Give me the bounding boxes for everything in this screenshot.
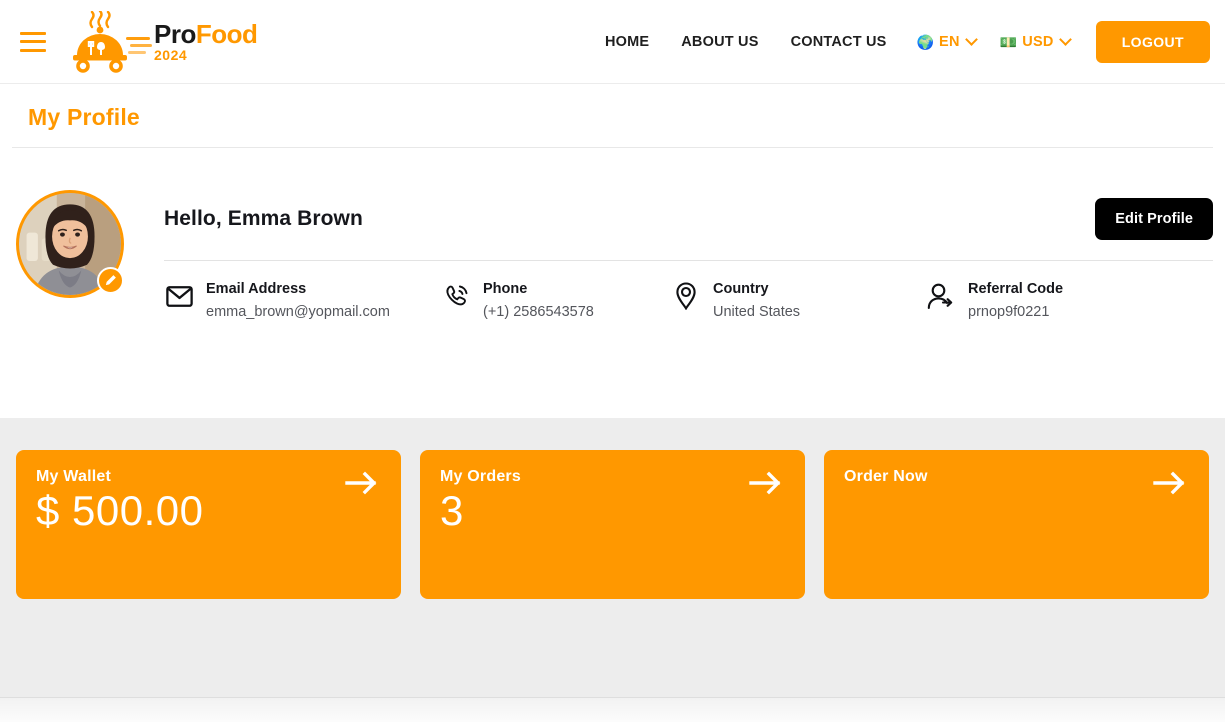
- info-label-email: Email Address: [206, 281, 307, 297]
- info-text-block: Email Address emma_brown@yopmail.com: [206, 280, 390, 322]
- page-title-bar: My Profile: [12, 84, 1213, 148]
- info-item-email: Email Address emma_brown@yopmail.com: [164, 280, 441, 322]
- site-header: ProFood 2024 HOME ABOUT US CONTACT US 🌍 …: [0, 0, 1225, 84]
- hamburger-menu-icon[interactable]: [20, 31, 46, 52]
- language-selector[interactable]: 🌍 EN: [903, 33, 986, 50]
- card-title-my-wallet: My Wallet: [36, 468, 111, 485]
- food-cloche-logo-icon: [73, 10, 152, 73]
- avatar-edit-button[interactable]: [97, 267, 124, 294]
- info-item-country: Country United States: [671, 280, 926, 322]
- info-value-phone: (+1) 2586543578: [483, 303, 594, 320]
- nav-contact-us[interactable]: CONTACT US: [775, 34, 903, 50]
- globe-icon: 🌍: [916, 33, 934, 50]
- site-logo[interactable]: ProFood 2024: [64, 10, 258, 73]
- profile-details: Hello, Emma Brown Edit Profile Email Add…: [164, 190, 1213, 322]
- card-order-now[interactable]: Order Now: [824, 450, 1209, 599]
- phone-icon: [441, 280, 471, 312]
- arrow-right-icon: [749, 471, 781, 495]
- info-label-phone: Phone: [483, 281, 528, 297]
- logo-wordmark: ProFood: [154, 19, 258, 49]
- card-title-order-now: Order Now: [844, 468, 928, 485]
- info-text-block: Phone (+1) 2586543578: [483, 280, 594, 322]
- chevron-down-icon: [1058, 33, 1072, 46]
- avatar-container: [16, 190, 124, 298]
- summary-cards: My Wallet $ 500.00 My Orders 3 Order Now: [16, 450, 1209, 599]
- logo-name-part2: Food: [195, 19, 258, 49]
- nav-home[interactable]: HOME: [597, 34, 665, 50]
- greeting-text: Hello, Emma Brown: [164, 207, 363, 230]
- profile-info-row: Email Address emma_brown@yopmail.com Pho…: [164, 280, 1213, 322]
- main-navigation: HOME ABOUT US CONTACT US 🌍 EN 💵 USD LOGO…: [597, 20, 1210, 63]
- info-text-block: Referral Code prnop9f0221: [968, 280, 1063, 322]
- nav-about-us[interactable]: ABOUT US: [665, 34, 774, 50]
- profile-divider: [164, 260, 1213, 261]
- hamburger-bar: [20, 40, 46, 43]
- edit-profile-button[interactable]: Edit Profile: [1095, 198, 1213, 240]
- logout-button[interactable]: LOGOUT: [1095, 20, 1210, 63]
- card-value-my-orders: 3: [440, 487, 464, 534]
- info-label-referral-code: Referral Code: [968, 281, 1064, 297]
- arrow-right-icon: [1153, 471, 1185, 495]
- footer-strip: [0, 697, 1225, 722]
- card-value-my-wallet: $ 500.00: [36, 487, 204, 534]
- arrow-right-icon: [345, 471, 377, 495]
- profile-header-row: Hello, Emma Brown Edit Profile: [164, 198, 1213, 240]
- info-label-country: Country: [713, 281, 769, 297]
- info-item-referral-code: Referral Code prnop9f0221: [926, 280, 1156, 322]
- banknote-icon: 💵: [999, 33, 1018, 50]
- info-value-email: emma_brown@yopmail.com: [206, 303, 390, 320]
- info-value-referral-code: prnop9f0221: [968, 303, 1050, 320]
- info-item-phone: Phone (+1) 2586543578: [441, 280, 671, 322]
- profile-section: Hello, Emma Brown Edit Profile Email Add…: [0, 148, 1225, 418]
- page-title: My Profile: [28, 104, 140, 130]
- card-my-wallet[interactable]: My Wallet $ 500.00: [16, 450, 401, 599]
- hamburger-bar: [20, 48, 46, 52]
- user-share-icon: [926, 280, 956, 312]
- envelope-icon: [164, 280, 194, 312]
- hamburger-bar: [20, 31, 46, 35]
- card-title-my-orders: My Orders: [440, 468, 521, 485]
- info-value-country: United States: [713, 303, 801, 320]
- currency-selector[interactable]: 💵 USD: [986, 33, 1080, 50]
- location-pin-icon: [671, 280, 701, 312]
- card-my-orders[interactable]: My Orders 3: [420, 450, 805, 599]
- summary-cards-section: My Wallet $ 500.00 My Orders 3 Order Now: [0, 418, 1225, 722]
- language-selector-label: EN: [939, 33, 960, 50]
- currency-selector-label: USD: [1022, 33, 1054, 50]
- pencil-icon: [105, 275, 116, 286]
- logo-year: 2024: [154, 47, 188, 63]
- chevron-down-icon: [964, 33, 978, 46]
- logo-name-part1: Pro: [154, 19, 196, 49]
- info-text-block: Country United States: [713, 280, 800, 322]
